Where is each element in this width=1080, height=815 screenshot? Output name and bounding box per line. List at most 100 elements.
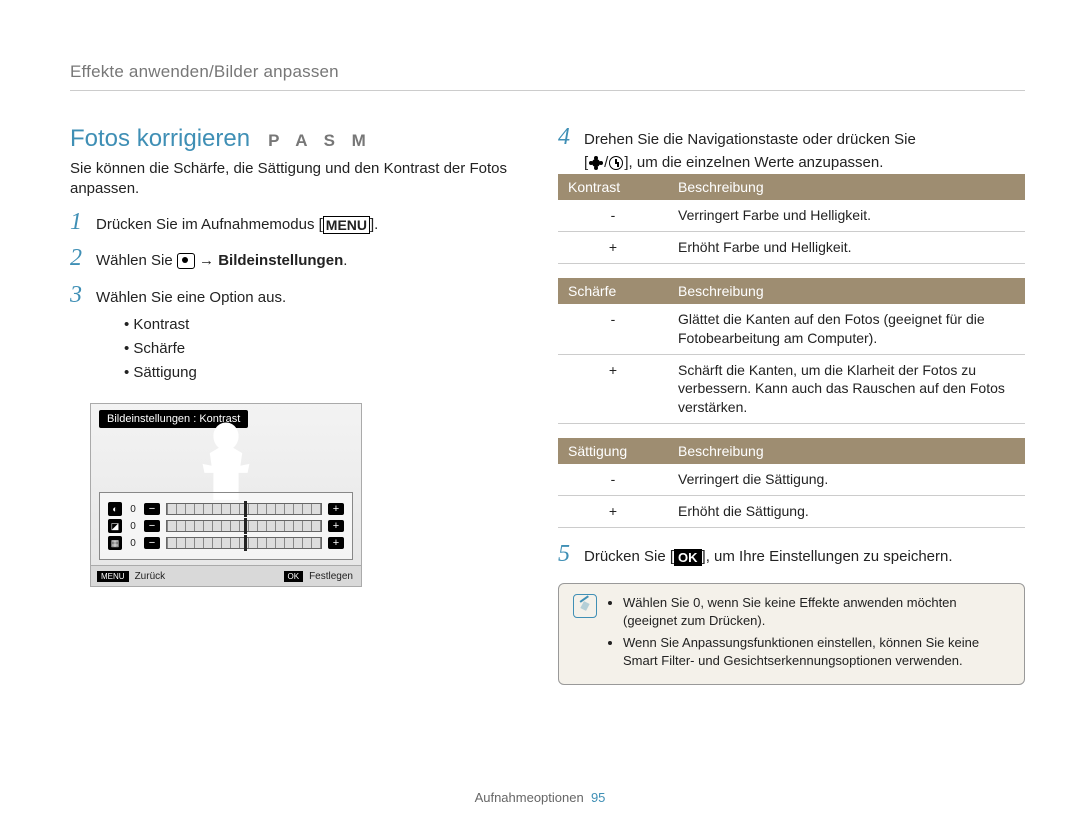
step-4-line2-post: ], um die einzelnen Werte anzupassen. <box>624 154 883 171</box>
saturation-icon: ▦ <box>108 536 122 550</box>
slider-value: 0 <box>128 521 138 532</box>
note-box: Wählen Sie 0, wenn Sie keine Effekte anw… <box>558 583 1025 686</box>
page-title: Fotos korrigieren <box>70 125 250 153</box>
th-schaerfe: Schärfe <box>558 278 668 304</box>
table-row: +Erhöht Farbe und Helligkeit. <box>558 231 1025 263</box>
th-desc: Beschreibung <box>668 278 1025 304</box>
screen-footer: MENU Zurück OK Festlegen <box>91 565 361 586</box>
step-3-options: Kontrast Schärfe Sättigung <box>124 313 286 385</box>
timer-icon <box>608 155 624 171</box>
table-row: -Verringert Farbe und Helligkeit. <box>558 200 1025 231</box>
cell-val: Verringert die Sättigung. <box>668 464 1025 495</box>
slider-bar[interactable] <box>166 503 322 515</box>
slider-row-saturation: ▦ 0 − + <box>108 536 344 550</box>
cell-val: Verringert Farbe und Helligkeit. <box>668 200 1025 231</box>
step-2-arrow: → <box>195 252 218 269</box>
minus-button[interactable]: − <box>144 520 160 532</box>
right-column: 4 Drehen Sie die Navigationstaste oder d… <box>558 125 1025 685</box>
option-saettigung: Sättigung <box>124 361 286 385</box>
mode-letters: P A S M <box>268 131 372 151</box>
footer-section: Aufnahmeoptionen <box>475 790 584 805</box>
screen-mock: Bildeinstellungen : Kontrast ◐ 0 − + <box>90 403 510 587</box>
cell-val: Schärft die Kanten, um die Klarheit der … <box>668 354 1025 424</box>
slider-value: 0 <box>128 538 138 549</box>
option-kontrast: Kontrast <box>124 313 286 337</box>
table-schaerfe: SchärfeBeschreibung -Glättet die Kanten … <box>558 278 1025 424</box>
sharpness-icon: ◪ <box>108 519 122 533</box>
note-item: Wählen Sie 0, wenn Sie keine Effekte anw… <box>623 594 1010 630</box>
heading-row: Fotos korrigieren P A S M <box>70 125 510 153</box>
cell-key: + <box>558 231 668 263</box>
camera-screen: Bildeinstellungen : Kontrast ◐ 0 − + <box>90 403 362 587</box>
slider-row-sharpness: ◪ 0 − + <box>108 519 344 533</box>
breadcrumb: Effekte anwenden/Bilder anpassen <box>70 62 1025 91</box>
page: Effekte anwenden/Bilder anpassen Fotos k… <box>0 0 1080 815</box>
table-saettigung: SättigungBeschreibung -Verringert die Sä… <box>558 438 1025 528</box>
intro-text: Sie können die Schärfe, die Sättigung un… <box>70 159 510 200</box>
th-saettigung: Sättigung <box>558 438 668 464</box>
step-4-line1: Drehen Sie die Navigationstaste oder drü… <box>584 131 916 148</box>
plus-button[interactable]: + <box>328 520 344 532</box>
step-5-post: ], um Ihre Einstellungen zu speichern. <box>702 548 953 565</box>
step-1: 1 Drücken Sie im Aufnahmemodus [MENU]. <box>70 210 510 237</box>
plus-button[interactable]: + <box>328 503 344 515</box>
step-2-text-pre: Wählen Sie <box>96 252 177 269</box>
ok-button-icon: OK <box>674 549 702 566</box>
slider-row-contrast: ◐ 0 − + <box>108 502 344 516</box>
left-column: Fotos korrigieren P A S M Sie können die… <box>70 125 510 685</box>
cell-key: - <box>558 304 668 354</box>
step-1-text-pre: Drücken Sie im Aufnahmemodus [ <box>96 216 323 233</box>
note-item: Wenn Sie Anpassungsfunktionen einstellen… <box>623 634 1010 670</box>
step-2-bold: Bildeinstellungen <box>218 252 343 269</box>
step-5-pre: Drücken Sie [ <box>584 548 674 565</box>
step-5: 5 Drücken Sie [OK], um Ihre Einstellunge… <box>558 542 1025 569</box>
th-desc: Beschreibung <box>668 438 1025 464</box>
th-desc: Beschreibung <box>668 174 1025 200</box>
cell-val: Glättet die Kanten auf den Fotos (geeign… <box>668 304 1025 354</box>
step-number: 4 <box>558 125 574 149</box>
table-kontrast: KontrastBeschreibung -Verringert Farbe u… <box>558 174 1025 264</box>
contrast-icon: ◐ <box>108 502 122 516</box>
set-label: Festlegen <box>309 571 353 582</box>
option-schaerfe: Schärfe <box>124 337 286 361</box>
table-row: +Schärft die Kanten, um die Klarheit der… <box>558 354 1025 424</box>
note-list: Wählen Sie 0, wenn Sie keine Effekte anw… <box>609 594 1010 675</box>
step-3-text: Wählen Sie eine Option aus. <box>96 289 286 306</box>
back-button-icon: MENU <box>97 571 129 582</box>
note-icon <box>573 594 597 618</box>
th-kontrast: Kontrast <box>558 174 668 200</box>
cell-key: + <box>558 496 668 528</box>
cell-key: - <box>558 464 668 495</box>
cell-val: Erhöht die Sättigung. <box>668 496 1025 528</box>
menu-button-icon: MENU <box>323 216 370 234</box>
page-footer: Aufnahmeoptionen 95 <box>0 790 1080 805</box>
sliders-panel: ◐ 0 − + ◪ 0 − + <box>99 492 353 560</box>
step-number: 2 <box>70 246 86 270</box>
camera-icon <box>177 253 195 269</box>
step-4: 4 Drehen Sie die Navigationstaste oder d… <box>558 125 1025 174</box>
table-row: -Glättet die Kanten auf den Fotos (geeig… <box>558 304 1025 354</box>
step-2-post: . <box>343 252 347 269</box>
cell-val: Erhöht Farbe und Helligkeit. <box>668 231 1025 263</box>
minus-button[interactable]: − <box>144 503 160 515</box>
step-3: 3 Wählen Sie eine Option aus. Kontrast S… <box>70 283 510 386</box>
table-row: -Verringert die Sättigung. <box>558 464 1025 495</box>
cell-key: - <box>558 200 668 231</box>
step-2: 2 Wählen Sie → Bildeinstellungen. <box>70 246 510 273</box>
step-number: 3 <box>70 283 86 307</box>
columns: Fotos korrigieren P A S M Sie können die… <box>70 125 1025 685</box>
step-number: 1 <box>70 210 86 234</box>
table-row: +Erhöht die Sättigung. <box>558 496 1025 528</box>
back-label: Zurück <box>135 571 166 582</box>
slider-bar[interactable] <box>166 537 322 549</box>
minus-button[interactable]: − <box>144 537 160 549</box>
set-button-icon: OK <box>284 571 304 582</box>
plus-button[interactable]: + <box>328 537 344 549</box>
cell-key: + <box>558 354 668 424</box>
step-1-text-post: ]. <box>370 216 378 233</box>
macro-icon <box>588 155 604 171</box>
slider-bar[interactable] <box>166 520 322 532</box>
footer-page: 95 <box>591 790 605 805</box>
slider-value: 0 <box>128 504 138 515</box>
step-number: 5 <box>558 542 574 566</box>
